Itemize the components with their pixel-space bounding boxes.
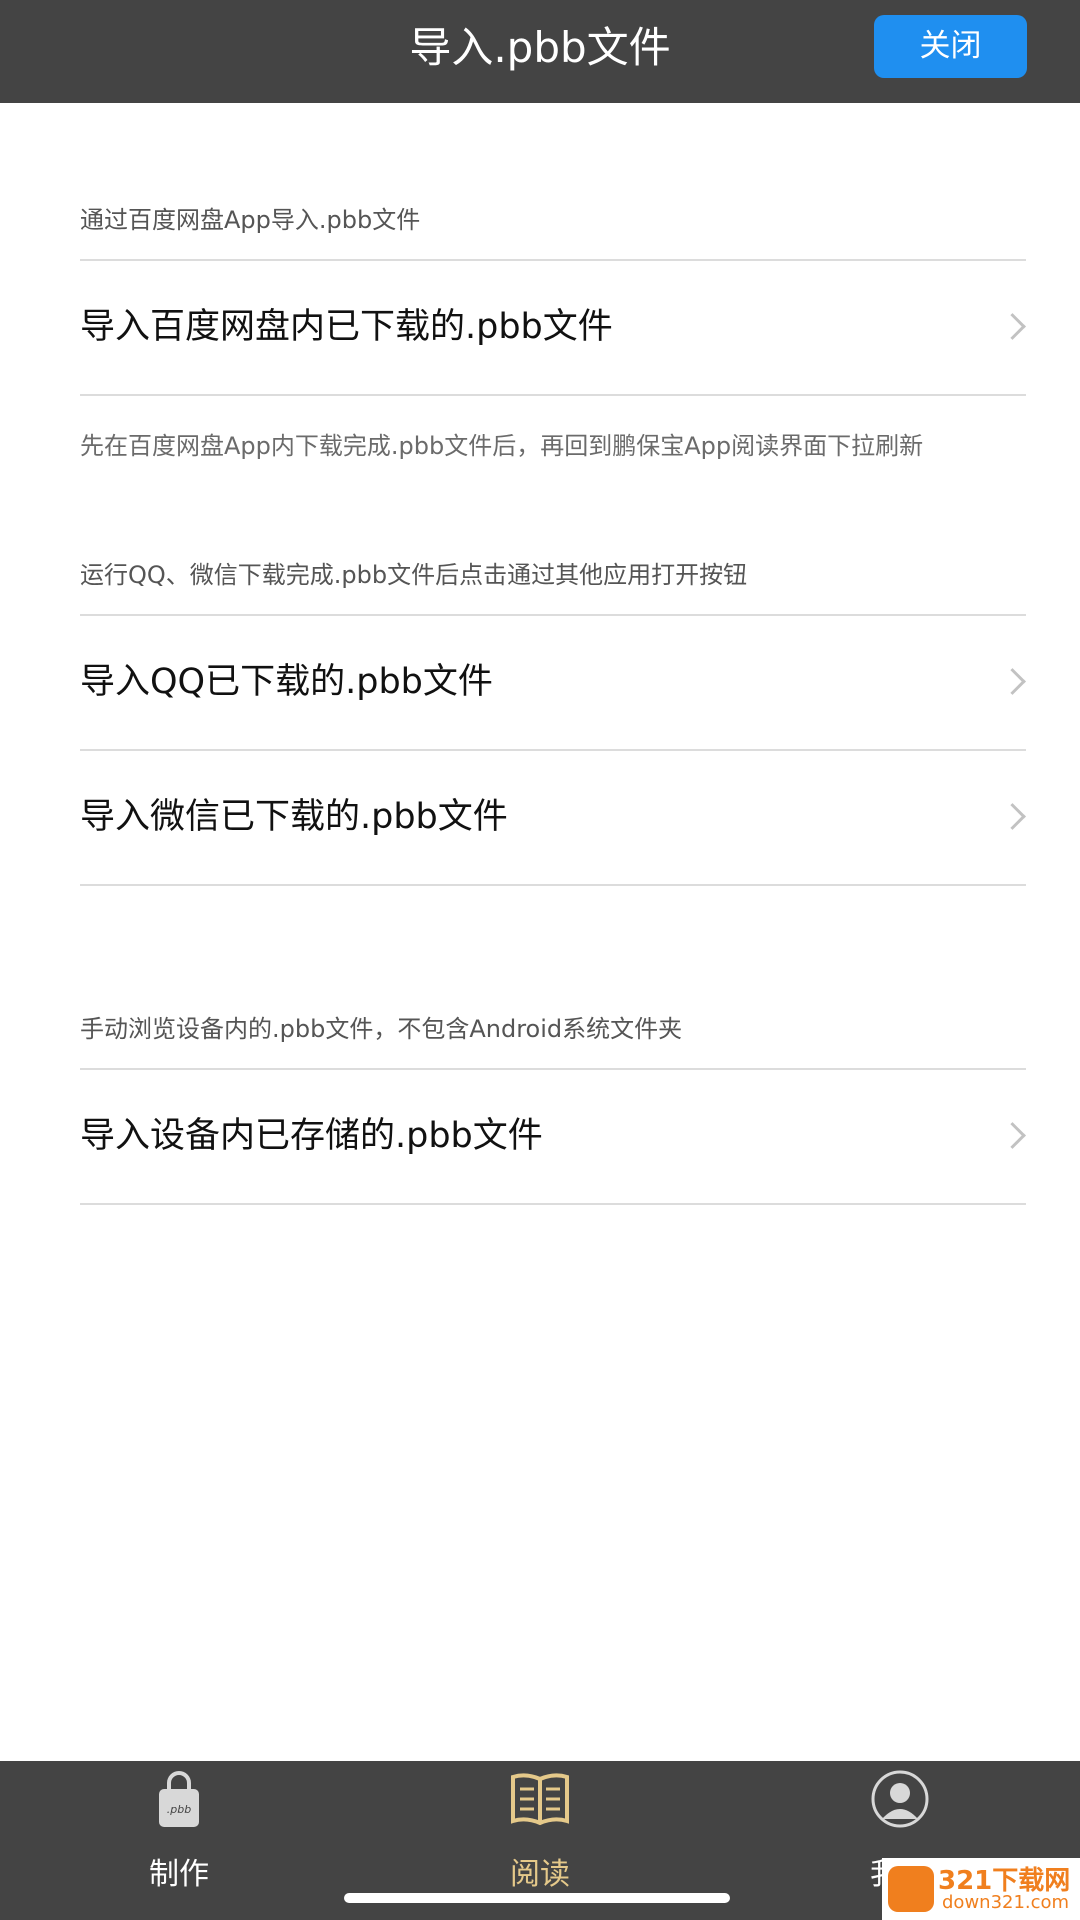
lock-file-icon: .pbb: [157, 1769, 201, 1833]
gamepad-logo-icon: [888, 1866, 934, 1912]
book-icon: [509, 1769, 571, 1833]
divider: [80, 884, 1026, 886]
close-button[interactable]: 关闭: [874, 15, 1027, 78]
chevron-right-icon: [999, 668, 1026, 695]
divider: [80, 394, 1026, 396]
import-device-label: 导入设备内已存储的.pbb文件: [80, 1116, 543, 1156]
import-baidu-label: 导入百度网盘内已下载的.pbb文件: [80, 307, 613, 347]
import-wechat-row[interactable]: 导入微信已下载的.pbb文件: [80, 751, 1026, 883]
tab-make[interactable]: .pbb 制作: [69, 1761, 289, 1920]
chevron-right-icon: [999, 313, 1026, 340]
chevron-right-icon: [999, 1122, 1026, 1149]
section-label-baidu: 通过百度网盘App导入.pbb文件: [80, 206, 421, 234]
tab-make-label: 制作: [149, 1857, 209, 1892]
import-wechat-label: 导入微信已下载的.pbb文件: [80, 797, 508, 837]
lock-file-icon-text: .pbb: [167, 1803, 191, 1816]
section-label-qq-wechat: 运行QQ、微信下载完成.pbb文件后点击通过其他应用打开按钮: [80, 561, 748, 589]
baidu-hint-text: 先在百度网盘App内下载完成.pbb文件后，再回到鹏保宝App阅读界面下拉刷新: [80, 432, 924, 460]
chevron-right-icon: [999, 803, 1026, 830]
home-indicator: [344, 1893, 730, 1903]
import-qq-label: 导入QQ已下载的.pbb文件: [80, 662, 493, 702]
top-bar: 导入.pbb文件 关闭: [0, 0, 1080, 103]
import-device-row[interactable]: 导入设备内已存储的.pbb文件: [80, 1070, 1026, 1202]
watermark-sub-text: down321.com: [942, 1892, 1070, 1913]
import-qq-row[interactable]: 导入QQ已下载的.pbb文件: [80, 616, 1026, 748]
watermark: 321下载网 down321.com: [882, 1858, 1080, 1920]
section-label-device: 手动浏览设备内的.pbb文件，不包含Android系统文件夹: [80, 1015, 683, 1043]
divider: [80, 1203, 1026, 1205]
user-avatar-icon: [870, 1769, 930, 1833]
tab-read-label: 阅读: [510, 1857, 570, 1892]
import-baidu-row[interactable]: 导入百度网盘内已下载的.pbb文件: [80, 261, 1026, 393]
